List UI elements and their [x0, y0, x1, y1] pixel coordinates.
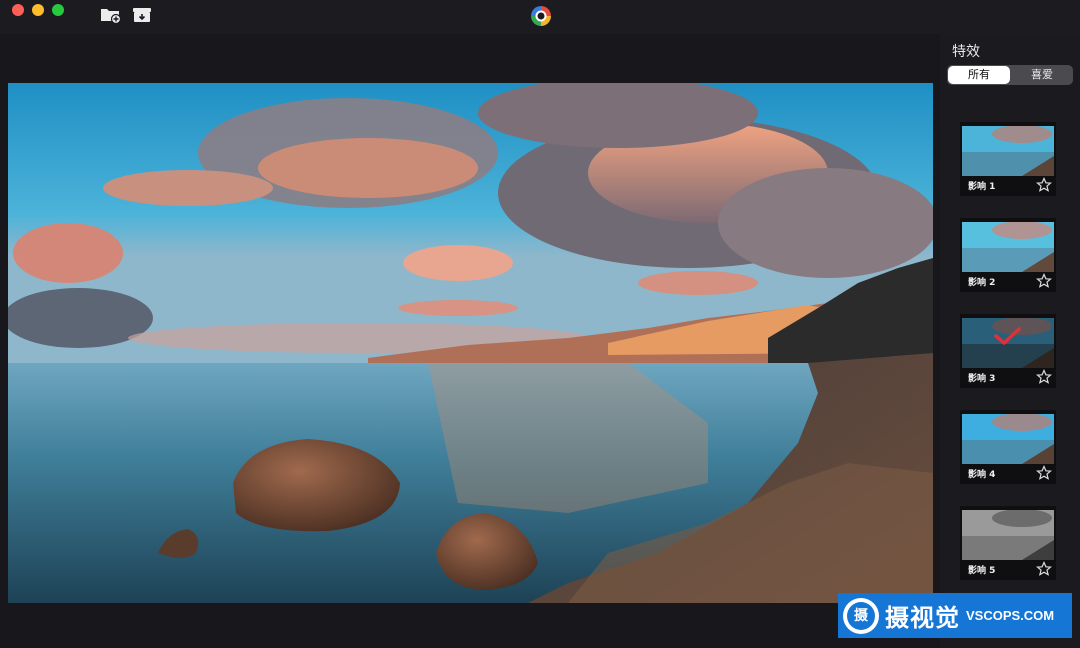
- add-folder-icon: [101, 9, 122, 24]
- effect-thumbnail: [962, 222, 1054, 272]
- title-bar: [0, 0, 1080, 34]
- selected-check-icon: [994, 327, 1021, 345]
- effect-label: 影响 1: [968, 182, 996, 192]
- effect-thumbnail: [962, 126, 1054, 176]
- effect-item-2[interactable]: 影响 2: [960, 218, 1056, 292]
- favorite-star-icon[interactable]: [1036, 465, 1052, 481]
- tab-favorites[interactable]: 喜爱: [1011, 65, 1073, 85]
- effect-item-4[interactable]: 影响 4: [960, 410, 1056, 484]
- effect-thumbnail: [962, 414, 1054, 464]
- effects-filter-segmented-control: 所有 喜爱: [947, 65, 1073, 85]
- favorite-star-icon[interactable]: [1036, 369, 1052, 385]
- effect-label: 影响 3: [968, 374, 996, 384]
- archive-box-icon: [133, 8, 151, 22]
- watermark-logo-icon: 摄: [843, 597, 879, 634]
- effect-item-1[interactable]: 影响 1: [960, 122, 1056, 196]
- panel-title: 特效: [952, 44, 980, 60]
- archive-button[interactable]: [131, 5, 153, 25]
- app-logo-icon: [529, 4, 553, 28]
- close-window-icon[interactable]: [12, 4, 24, 16]
- watermark-badge: 摄 摄视觉 VSCOPS.COM: [838, 593, 1072, 638]
- watermark-domain: VSCOPS.COM: [966, 608, 1055, 623]
- favorite-star-icon[interactable]: [1036, 561, 1052, 577]
- photo-canvas[interactable]: [8, 83, 933, 603]
- zoom-window-icon[interactable]: [52, 4, 64, 16]
- effect-label: 影响 5: [968, 566, 996, 576]
- effect-item-3[interactable]: 影响 3: [960, 314, 1056, 388]
- watermark-text: 摄视觉: [885, 604, 960, 632]
- favorite-star-icon[interactable]: [1036, 177, 1052, 193]
- effect-label: 影响 2: [968, 278, 996, 288]
- add-folder-button[interactable]: [100, 5, 122, 25]
- effect-item-5[interactable]: 影响 5: [960, 506, 1056, 580]
- tab-all[interactable]: 所有: [948, 66, 1010, 84]
- minimize-window-icon[interactable]: [32, 4, 44, 16]
- favorite-star-icon[interactable]: [1036, 273, 1052, 289]
- lake-sunset-photo: [8, 83, 933, 603]
- effect-label: 影响 4: [968, 470, 996, 480]
- effects-panel: 特效 所有 喜爱 影响 1 影响 2 影响 3 影响 4 影响 5: [940, 34, 1080, 648]
- effect-thumbnail: [962, 510, 1054, 560]
- watermark-logo-glyph: 摄: [847, 601, 875, 630]
